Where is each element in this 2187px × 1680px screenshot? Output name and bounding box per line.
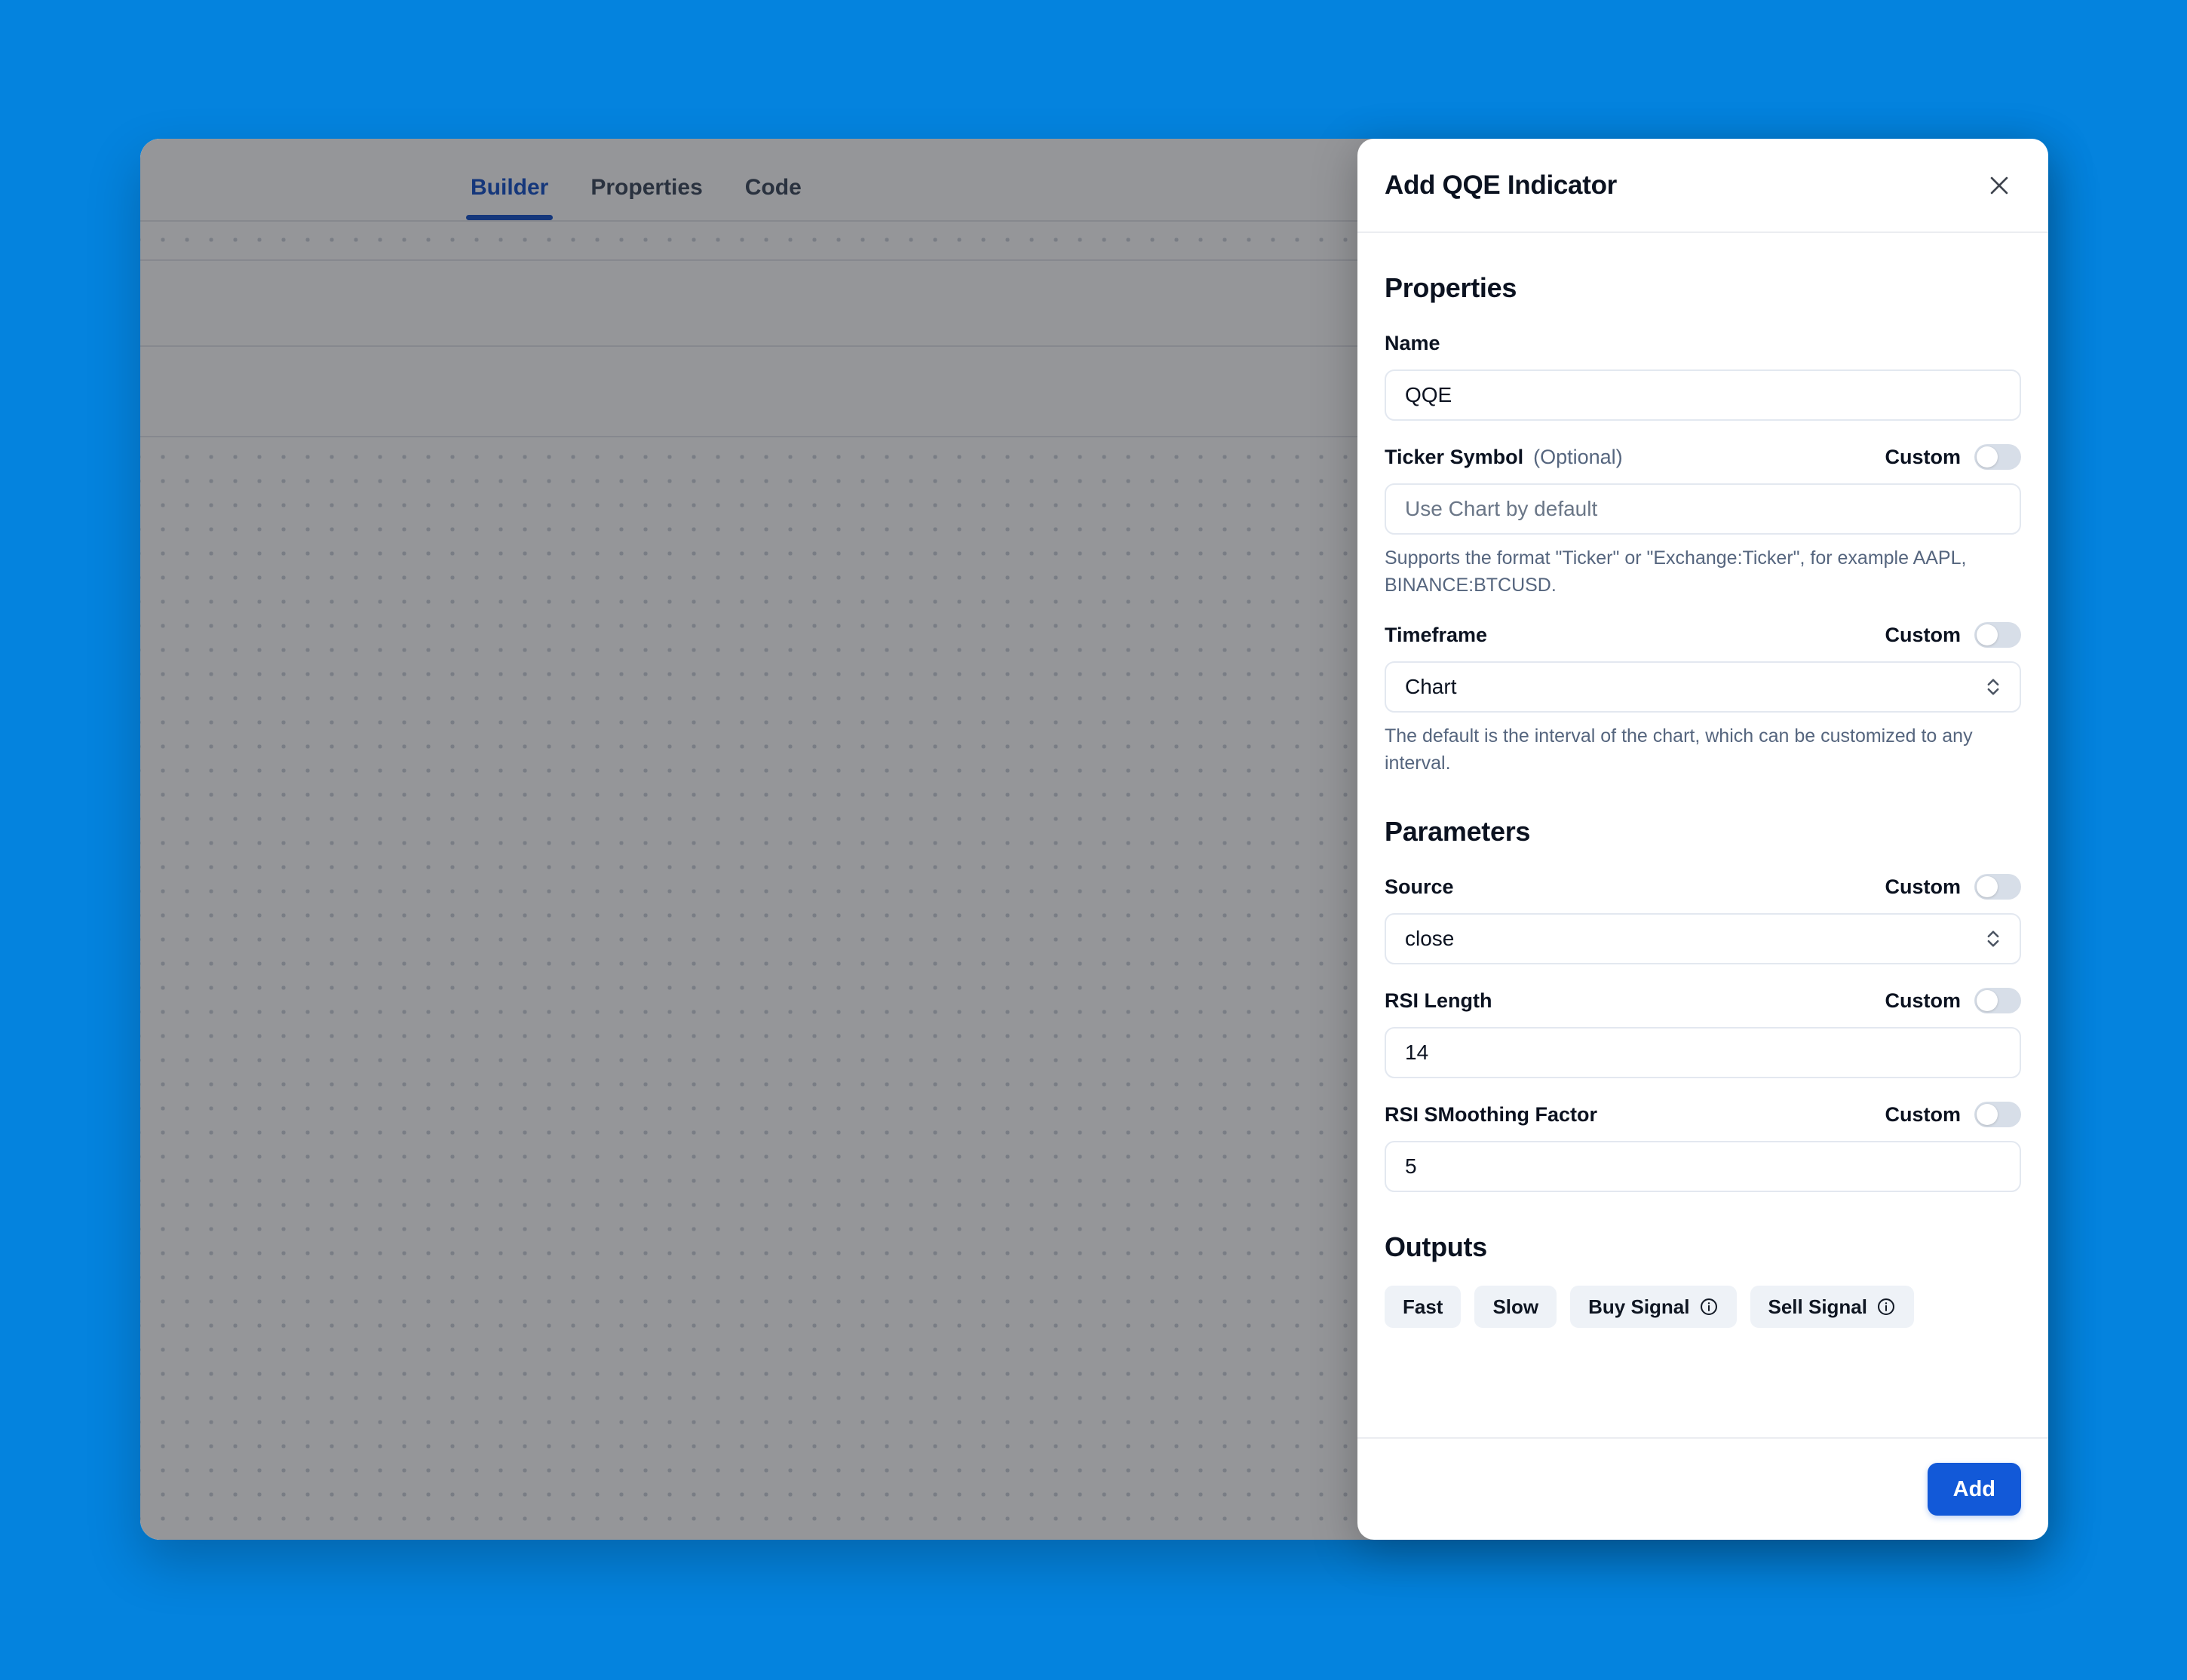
timeframe-select-value: Chart [1405,675,1457,698]
info-icon[interactable] [1699,1297,1719,1317]
field-rsi-length: RSI Length Custom 14 [1385,984,2021,1078]
ticker-custom-toggle[interactable] [1974,444,2021,470]
rsi-length-custom-label: Custom [1885,989,1962,1012]
tab-properties-label: Properties [590,175,703,200]
chevron-updown-icon [1983,674,2003,700]
output-chip-buy-signal[interactable]: Buy Signal [1570,1286,1737,1328]
source-custom-group: Custom [1885,874,2021,900]
outputs-heading: Outputs [1385,1231,1487,1262]
output-chip-fast[interactable]: Fast [1385,1286,1462,1328]
field-rsi-length-head: RSI Length Custom [1385,984,2021,1017]
timeframe-custom-label: Custom [1885,623,1962,646]
tab-builder[interactable]: Builder [449,175,569,220]
field-source: Source Custom close [1385,870,2021,964]
source-custom-label: Custom [1885,875,1962,898]
source-select-value: close [1405,927,1455,950]
field-name-head: Name [1385,326,2021,360]
close-icon[interactable] [1979,165,2020,206]
output-chip-sell-signal[interactable]: Sell Signal [1750,1286,1914,1328]
name-input-value: QQE [1405,383,1452,406]
output-chip-sell-signal-label: Sell Signal [1768,1295,1868,1318]
output-chip-slow-label: Slow [1492,1295,1539,1318]
add-indicator-panel: Add QQE Indicator Properties Name QQE Ti… [1357,139,2048,1540]
ticker-input[interactable]: Use Chart by default [1385,483,2021,535]
properties-heading: Properties [1385,272,1517,303]
field-timeframe-head: Timeframe Custom [1385,618,2021,651]
field-name-label: Name [1385,331,1440,354]
rsi-smoothing-custom-group: Custom [1885,1102,2021,1127]
field-name: Name QQE [1385,326,2021,421]
parameters-heading: Parameters [1385,816,1531,847]
field-ticker-label: Ticker Symbol [1385,445,1524,468]
ticker-custom-group: Custom [1885,444,2021,470]
tab-builder-label: Builder [471,175,549,200]
field-rsi-length-label: RSI Length [1385,989,1492,1012]
chevron-updown-icon [1983,926,2003,952]
field-ticker-symbol: Ticker Symbol (Optional) Custom Use Char… [1385,440,2021,599]
rsi-length-custom-group: Custom [1885,988,2021,1013]
panel-header: Add QQE Indicator [1357,139,2048,233]
add-button[interactable]: Add [1927,1463,2021,1516]
field-ticker-head: Ticker Symbol (Optional) Custom [1385,440,2021,474]
panel-body: Properties Name QQE Ticker Symbol (Optio… [1357,233,2048,1437]
tab-code-label: Code [744,175,802,200]
output-chip-buy-signal-label: Buy Signal [1588,1295,1690,1318]
ticker-input-placeholder: Use Chart by default [1405,497,1598,520]
rsi-length-custom-toggle[interactable] [1974,988,2021,1013]
rsi-length-input[interactable]: 14 [1385,1027,2021,1078]
panel-footer: Add [1357,1437,2048,1540]
info-icon[interactable] [1876,1297,1896,1317]
rsi-smoothing-custom-toggle[interactable] [1974,1102,2021,1127]
output-chip-slow[interactable]: Slow [1474,1286,1557,1328]
rsi-smoothing-input[interactable]: 5 [1385,1141,2021,1192]
ticker-custom-label: Custom [1885,445,1962,468]
rsi-smoothing-input-value: 5 [1405,1154,1417,1178]
field-rsi-smoothing-head: RSI SMoothing Factor Custom [1385,1098,2021,1131]
tab-properties[interactable]: Properties [569,175,723,220]
timeframe-help-text: The default is the interval of the chart… [1385,725,1973,774]
rsi-length-input-value: 14 [1405,1041,1429,1064]
name-input[interactable]: QQE [1385,369,2021,421]
tab-code[interactable]: Code [724,175,823,220]
field-rsi-smoothing-label: RSI SMoothing Factor [1385,1102,1597,1126]
field-ticker-optional: (Optional) [1533,445,1623,468]
field-source-head: Source Custom [1385,870,2021,903]
field-timeframe-label: Timeframe [1385,623,1488,646]
field-rsi-smoothing-factor: RSI SMoothing Factor Custom 5 [1385,1098,2021,1192]
outputs-chip-row: Fast Slow Buy Signal Sell Signal [1385,1286,2021,1328]
field-timeframe: Timeframe Custom Chart The default is th… [1385,618,2021,777]
timeframe-select[interactable]: Chart [1385,661,2021,713]
source-custom-toggle[interactable] [1974,874,2021,900]
timeframe-custom-group: Custom [1885,622,2021,648]
panel-title: Add QQE Indicator [1385,170,1617,200]
ticker-help-text: Supports the format "Ticker" or "Exchang… [1385,547,1967,596]
timeframe-custom-toggle[interactable] [1974,622,2021,648]
rsi-smoothing-custom-label: Custom [1885,1102,1962,1126]
output-chip-fast-label: Fast [1403,1295,1443,1318]
source-select[interactable]: close [1385,913,2021,964]
field-source-label: Source [1385,875,1454,898]
